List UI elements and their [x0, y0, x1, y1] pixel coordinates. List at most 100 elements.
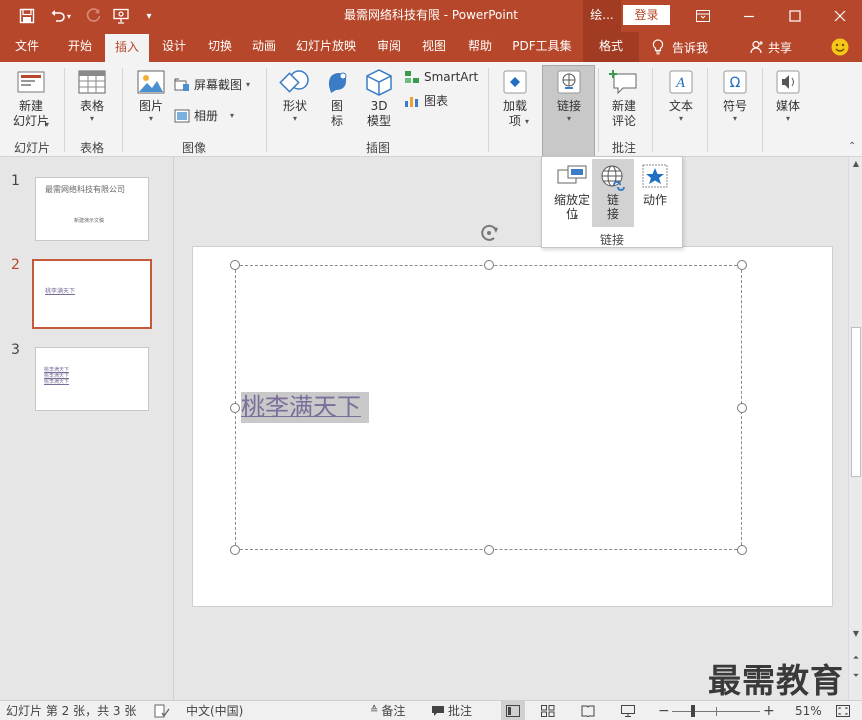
table-icon: [78, 70, 106, 94]
redo-icon[interactable]: [80, 0, 108, 32]
picture-button[interactable]: 图片 ▾: [132, 68, 170, 124]
new-comment-label-2: 评论: [611, 114, 636, 128]
tab-insert[interactable]: 插入: [105, 34, 149, 62]
slide-thumbnail-1[interactable]: 最需网络科技有限公司 新建演示文稿: [35, 177, 149, 241]
rotate-handle-icon[interactable]: [478, 221, 502, 245]
new-slide-dropdown-icon[interactable]: ▾: [45, 120, 49, 130]
maximize-icon[interactable]: [772, 0, 818, 32]
thumbnail-number: 2: [11, 257, 20, 273]
media-button[interactable]: 媒体 ▾: [768, 68, 808, 124]
next-slide-icon[interactable]: ⏷: [849, 669, 862, 683]
screenshot-icon: [174, 78, 189, 91]
group-separator: [488, 68, 489, 152]
thumbnail-title: 最需网络科技有限公司: [45, 185, 125, 194]
action-label: 动作: [642, 193, 667, 207]
chart-button[interactable]: 图表: [404, 92, 448, 109]
fit-to-window-icon[interactable]: [836, 701, 850, 720]
screenshot-button[interactable]: 屏幕截图 ▾: [174, 76, 250, 93]
resize-handle-left[interactable]: [230, 403, 240, 413]
zoom-level[interactable]: 51%: [795, 701, 822, 720]
svg-text:A: A: [675, 76, 685, 91]
slideshow-view-icon[interactable]: [621, 701, 635, 720]
normal-view-icon[interactable]: [501, 701, 525, 720]
media-dropdown-icon: ▾: [785, 114, 790, 123]
share-button[interactable]: 共享: [750, 32, 792, 62]
resize-handle-bottom[interactable]: [484, 545, 494, 555]
resize-handle-top-left[interactable]: [230, 260, 240, 270]
slide-thumbnail-2[interactable]: 桃李满天下: [32, 259, 152, 329]
slide-thumbnail-3[interactable]: 桃李满天下 桃李满天下 桃李满天下: [35, 347, 149, 411]
customize-toolbar-icon[interactable]: ▾: [138, 0, 160, 32]
smiley-feedback-icon[interactable]: [831, 38, 849, 56]
tab-design[interactable]: 设计: [152, 32, 196, 62]
photo-album-button[interactable]: 相册 ▾: [174, 107, 234, 124]
group-separator: [652, 68, 653, 152]
table-button[interactable]: 表格 ▾: [72, 68, 112, 124]
svg-text:Ω: Ω: [730, 75, 741, 91]
smartart-button[interactable]: SmartArt: [404, 70, 478, 84]
link-label: 链接: [556, 99, 581, 113]
collapse-ribbon-icon[interactable]: ⌃: [848, 142, 856, 152]
tab-pdf-tools[interactable]: PDF工具集: [505, 32, 579, 62]
notes-button[interactable]: ≙ 备注: [370, 701, 405, 720]
tab-home[interactable]: 开始: [58, 32, 102, 62]
notes-label: 备注: [381, 704, 406, 718]
tab-transitions[interactable]: 切换: [198, 32, 242, 62]
resize-handle-top[interactable]: [484, 260, 494, 270]
zoom-in-icon[interactable]: +: [763, 701, 775, 720]
login-button[interactable]: 登录: [623, 5, 670, 25]
context-tab-drawing-tools[interactable]: 绘...: [583, 0, 621, 32]
picture-label: 图片: [138, 99, 163, 113]
zoom-slider[interactable]: [672, 701, 760, 720]
scroll-up-icon[interactable]: ▲: [849, 157, 862, 171]
3d-models-label-1: 3D: [370, 99, 388, 113]
slide-sorter-view-icon[interactable]: [541, 701, 555, 720]
scroll-down-icon[interactable]: ▼: [849, 627, 862, 641]
link-button[interactable]: 链接 ▾: [545, 68, 593, 124]
close-icon[interactable]: [818, 0, 862, 32]
tab-view[interactable]: 视图: [412, 32, 456, 62]
zoom-out-icon[interactable]: −: [658, 701, 670, 720]
tab-animations[interactable]: 动画: [242, 32, 286, 62]
ribbon-display-options-icon[interactable]: [680, 0, 726, 32]
tab-help[interactable]: 帮助: [458, 32, 502, 62]
vertical-scrollbar[interactable]: ▲ ▼ ⏶ ⏷: [848, 157, 862, 700]
tab-format[interactable]: 格式: [583, 32, 639, 62]
language-status[interactable]: 中文(中国): [186, 701, 243, 720]
scrollbar-thumb[interactable]: [851, 327, 861, 477]
symbol-button[interactable]: Ω 符号 ▾: [715, 68, 755, 124]
comments-button[interactable]: 批注: [431, 701, 472, 720]
tell-me-search[interactable]: 告诉我: [652, 32, 708, 62]
minimize-icon[interactable]: [726, 0, 772, 32]
previous-slide-icon[interactable]: ⏶: [849, 651, 862, 665]
tab-slideshow[interactable]: 幻灯片放映: [290, 32, 362, 62]
new-comment-label-1: 新建: [611, 99, 636, 113]
spell-check-icon[interactable]: [154, 701, 170, 720]
media-label: 媒体: [775, 99, 800, 113]
3d-models-button[interactable]: 3D 模型: [360, 68, 398, 129]
action-button[interactable]: 动作: [636, 163, 674, 207]
text-button[interactable]: A 文本 ▾: [661, 68, 701, 124]
group-separator: [64, 68, 65, 152]
save-icon[interactable]: [13, 0, 41, 32]
slide-hyperlink-text[interactable]: 桃李满天下: [241, 392, 369, 423]
insert-link-button[interactable]: 链 接: [594, 163, 632, 221]
shapes-button[interactable]: 形状 ▾: [276, 68, 314, 124]
resize-handle-top-right[interactable]: [737, 260, 747, 270]
present-from-start-icon[interactable]: [108, 0, 136, 32]
reading-view-icon[interactable]: [581, 701, 595, 720]
undo-dropdown-icon[interactable]: ▾: [62, 0, 76, 32]
picture-dropdown-icon: ▾: [148, 114, 153, 123]
resize-handle-bottom-right[interactable]: [737, 545, 747, 555]
new-comment-button[interactable]: 新建 评论: [604, 68, 644, 129]
zoom-slider-thumb[interactable]: [691, 705, 695, 717]
addins-label-2: 项: [508, 114, 521, 128]
zoom-button[interactable]: 缩放定 位: [550, 163, 594, 221]
tab-review[interactable]: 审阅: [368, 32, 410, 62]
ribbon-insert: 新建 幻灯片 ▾ 幻灯片 表格 ▾ 表格 图片 ▾ 屏幕截图 ▾ 相册 ▾ 图像…: [0, 62, 862, 157]
resize-handle-right[interactable]: [737, 403, 747, 413]
icons-button[interactable]: 图 标: [320, 68, 354, 129]
resize-handle-bottom-left[interactable]: [230, 545, 240, 555]
tab-file[interactable]: 文件: [4, 32, 50, 62]
link-globe-icon: [557, 70, 581, 94]
